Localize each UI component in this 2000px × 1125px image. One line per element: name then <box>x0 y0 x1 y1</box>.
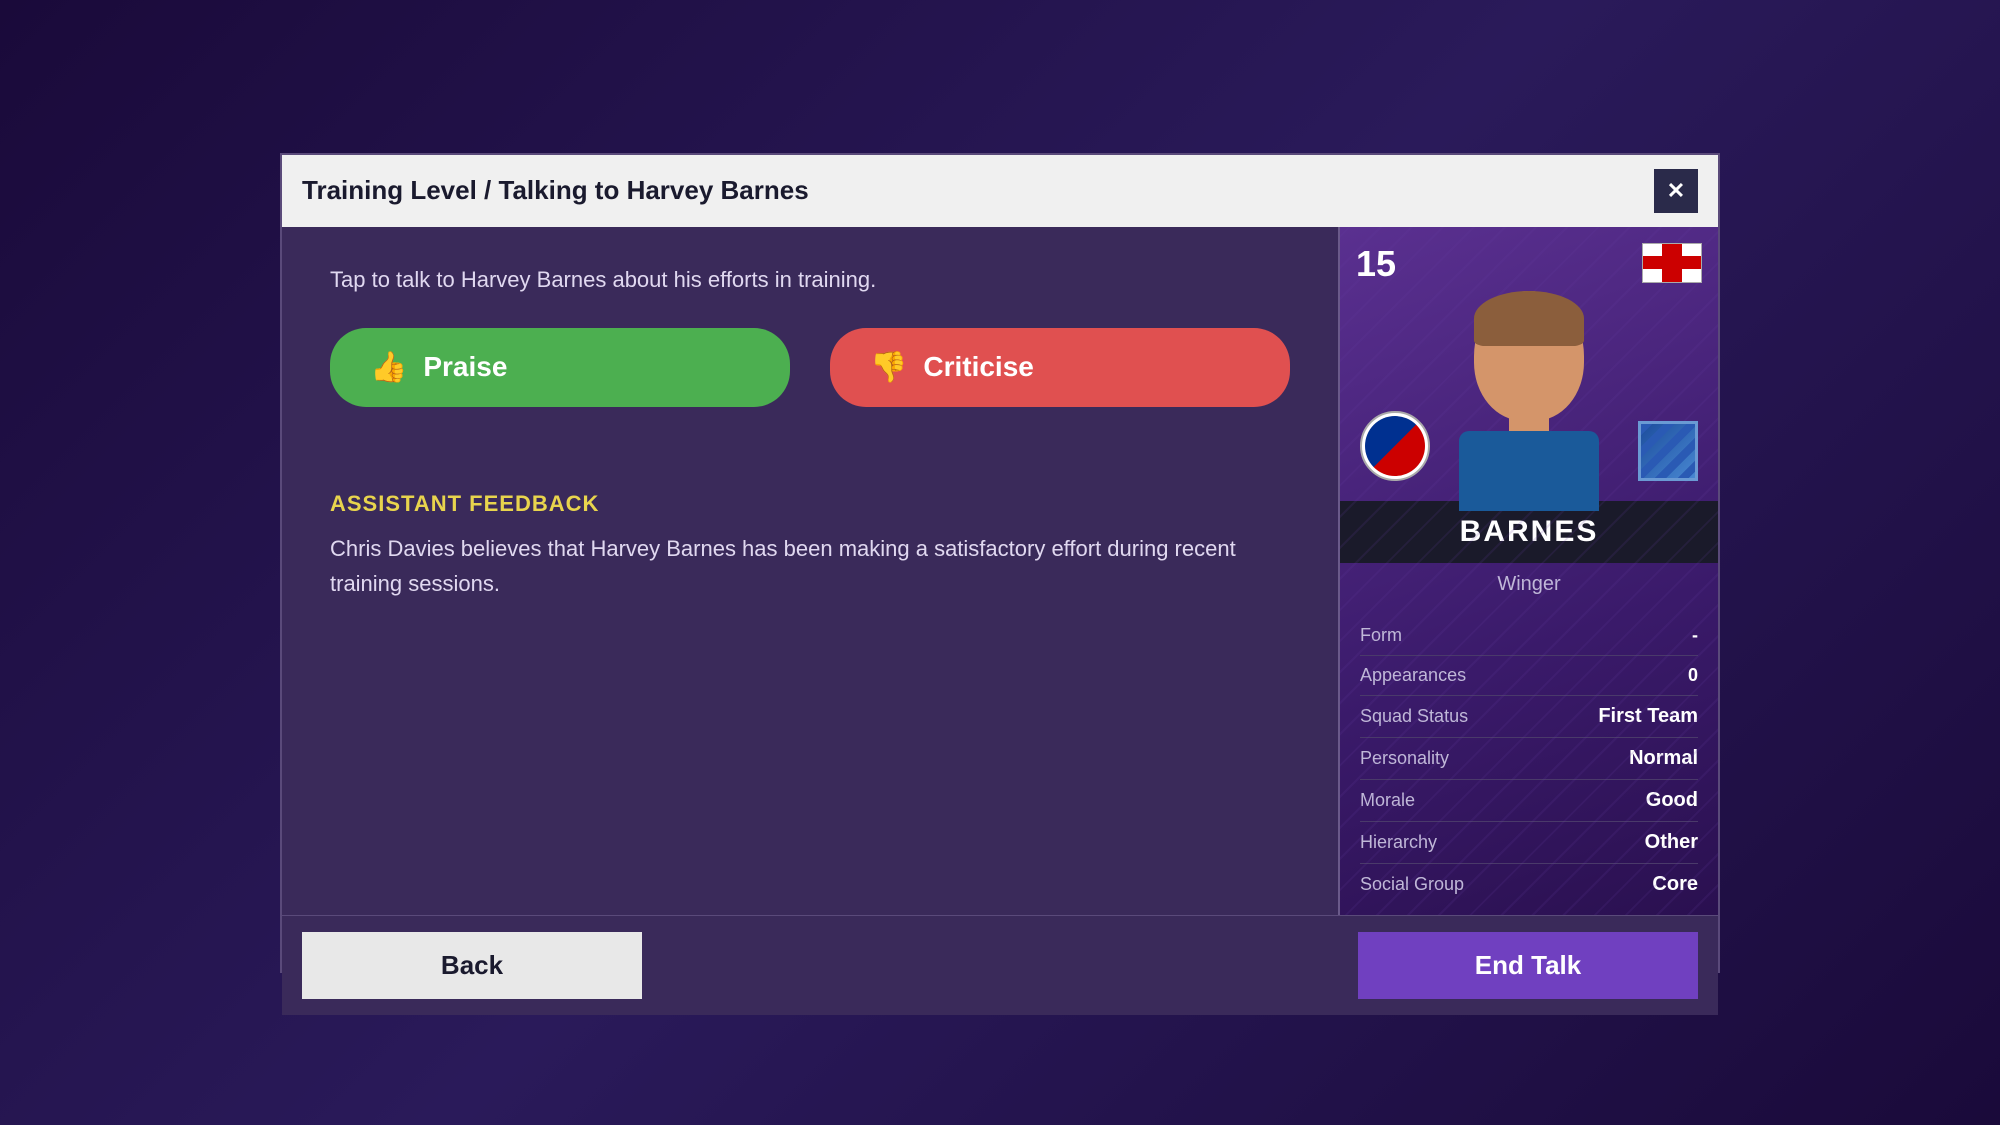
stat-row-squad-status: Squad Status First Team <box>1360 696 1698 738</box>
club-badge-inner <box>1365 416 1425 476</box>
personality-value: Normal <box>1629 747 1698 770</box>
background: Training Level / Talking to Harvey Barne… <box>0 0 2000 1125</box>
club-badge <box>1360 411 1430 481</box>
praise-button[interactable]: 👍 Praise <box>330 328 790 407</box>
player-shirt <box>1459 431 1599 511</box>
back-button[interactable]: Back <box>302 932 642 999</box>
stat-row-hierarchy: Hierarchy Other <box>1360 822 1698 864</box>
morale-value: Good <box>1646 789 1698 812</box>
form-value: - <box>1692 625 1698 646</box>
player-neck <box>1509 403 1549 433</box>
england-flag <box>1642 243 1702 283</box>
player-position: Winger <box>1340 563 1718 606</box>
criticise-button[interactable]: 👎 Criticise <box>830 328 1290 407</box>
hierarchy-label: Hierarchy <box>1360 832 1437 853</box>
position-stripes <box>1638 421 1698 481</box>
player-image-area <box>1340 301 1718 501</box>
player-number: 15 <box>1356 243 1396 285</box>
player-name: BARNES <box>1354 515 1704 549</box>
appearances-label: Appearances <box>1360 665 1466 686</box>
assistant-feedback-section: ASSISTANT FEEDBACK Chris Davies believes… <box>330 491 1290 601</box>
player-hair <box>1474 291 1584 346</box>
intro-text: Tap to talk to Harvey Barnes about his e… <box>330 263 1290 296</box>
criticise-icon: 👎 <box>870 350 907 385</box>
criticise-label: Criticise <box>923 351 1034 383</box>
squad-status-value: First Team <box>1598 705 1698 728</box>
stat-row-morale: Morale Good <box>1360 780 1698 822</box>
player-head <box>1474 291 1584 421</box>
position-badge <box>1638 421 1698 481</box>
stat-row-social-group: Social Group Core <box>1360 864 1698 905</box>
end-talk-button[interactable]: End Talk <box>1358 932 1698 999</box>
social-group-value: Core <box>1652 873 1698 896</box>
stat-row-form: Form - <box>1360 616 1698 656</box>
personality-label: Personality <box>1360 748 1449 769</box>
player-card: 15 <box>1338 227 1718 915</box>
left-panel: Tap to talk to Harvey Barnes about his e… <box>282 227 1338 915</box>
action-buttons: 👍 Praise 👎 Criticise <box>330 328 1290 407</box>
close-button[interactable]: ✕ <box>1654 169 1698 213</box>
modal-header: Training Level / Talking to Harvey Barne… <box>282 155 1718 227</box>
modal-footer: Back End Talk <box>282 915 1718 1015</box>
morale-label: Morale <box>1360 790 1415 811</box>
assistant-feedback-text: Chris Davies believes that Harvey Barnes… <box>330 531 1290 601</box>
modal-title: Training Level / Talking to Harvey Barne… <box>302 175 809 206</box>
player-silhouette <box>1429 281 1629 501</box>
stat-row-personality: Personality Normal <box>1360 738 1698 780</box>
stat-row-appearances: Appearances 0 <box>1360 656 1698 696</box>
hierarchy-value: Other <box>1645 831 1698 854</box>
player-stats: Form - Appearances 0 Squad Status First … <box>1340 606 1718 915</box>
assistant-feedback-title: ASSISTANT FEEDBACK <box>330 491 1290 517</box>
squad-status-label: Squad Status <box>1360 706 1468 727</box>
praise-icon: 👍 <box>370 350 407 385</box>
praise-label: Praise <box>423 351 507 383</box>
form-label: Form <box>1360 625 1402 646</box>
modal: Training Level / Talking to Harvey Barne… <box>280 153 1720 973</box>
modal-body: Tap to talk to Harvey Barnes about his e… <box>282 227 1718 915</box>
appearances-value: 0 <box>1688 665 1698 686</box>
social-group-label: Social Group <box>1360 874 1464 895</box>
